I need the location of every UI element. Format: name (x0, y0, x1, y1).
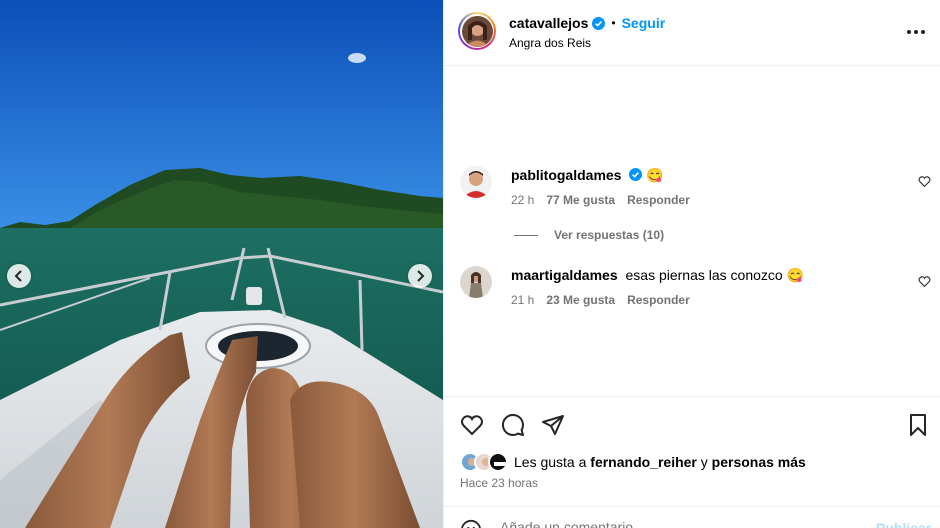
author-avatar[interactable] (458, 12, 496, 50)
reply-button[interactable]: Responder (627, 193, 690, 207)
chevron-right-icon (417, 270, 425, 282)
likes-user[interactable]: fernando_reiher (590, 454, 697, 470)
chevron-left-icon (14, 270, 22, 282)
view-replies-label: Ver respuestas (10) (554, 228, 665, 242)
post-side-panel: catavallejos • Seguir Angra dos Reis pab… (443, 0, 940, 528)
follow-button[interactable]: Seguir (622, 15, 666, 31)
author-avatar-image (461, 15, 493, 47)
post-location[interactable]: Angra dos Reis (509, 36, 591, 50)
verified-badge-icon (592, 16, 606, 30)
post-header: catavallejos • Seguir Angra dos Reis (444, 0, 940, 66)
comment-username[interactable]: maartigaldames (511, 267, 618, 283)
comment-likes[interactable]: 77 Me gusta (546, 193, 615, 207)
comment-input[interactable] (500, 519, 800, 528)
comment-time[interactable]: 22 h (511, 193, 534, 207)
emoji-icon[interactable] (460, 519, 482, 528)
view-replies-button[interactable]: Ver respuestas (10) (514, 228, 664, 242)
likes-prefix: Les gusta a (514, 454, 587, 470)
likes-others[interactable]: personas más (712, 454, 806, 470)
previous-photo-button[interactable] (7, 264, 31, 288)
comment-username[interactable]: pablitogaldames (511, 167, 621, 183)
comment-text: 😋 (646, 167, 664, 183)
reply-button[interactable]: Responder (627, 293, 690, 307)
post-timestamp[interactable]: Hace 23 horas (460, 476, 538, 490)
post-comment-button[interactable]: Publicar (876, 520, 931, 528)
heart-icon[interactable] (460, 413, 484, 437)
commenter-avatar[interactable] (460, 266, 492, 298)
verified-badge-icon (629, 168, 643, 181)
comment-time[interactable]: 21 h (511, 293, 534, 307)
heart-icon[interactable] (918, 175, 931, 188)
author-username[interactable]: catavallejos (509, 15, 588, 31)
bookmark-icon[interactable] (906, 413, 930, 437)
post-photo (0, 0, 443, 528)
likes-connector: y (700, 454, 708, 470)
commenter-avatar-image (460, 166, 492, 198)
heart-icon[interactable] (918, 275, 931, 288)
commenter-avatar-image (460, 266, 492, 298)
post-actions-bar (444, 396, 940, 436)
more-options-icon[interactable] (907, 30, 925, 34)
liker-avatar (488, 452, 508, 472)
commenter-avatar[interactable] (460, 166, 492, 198)
comment-text: esas piernas las conozco 😋 (625, 267, 805, 283)
separator-dot: • (611, 16, 616, 30)
add-comment-bar: Publicar (444, 506, 940, 528)
comment-likes[interactable]: 23 Me gusta (546, 293, 615, 307)
next-photo-button[interactable] (408, 264, 432, 288)
send-icon[interactable] (541, 413, 565, 437)
likes-summary: Les gusta a fernando_reiher y personas m… (460, 452, 806, 472)
boat-scene-image (0, 0, 443, 528)
replies-divider (514, 234, 538, 236)
comment-icon[interactable] (501, 413, 525, 437)
